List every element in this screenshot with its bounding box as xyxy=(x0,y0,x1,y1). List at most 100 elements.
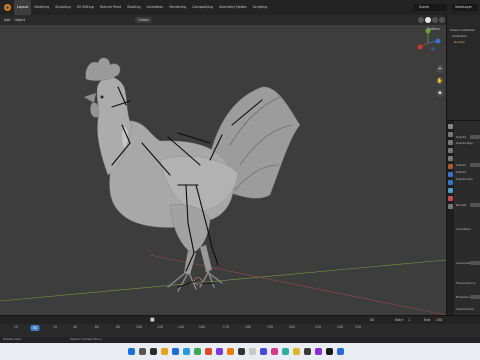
add-menu[interactable]: Add xyxy=(4,18,10,22)
texture-tab-icon[interactable] xyxy=(448,204,453,209)
object-menu[interactable]: Object xyxy=(14,18,25,22)
app-icon-7[interactable] xyxy=(271,348,278,355)
timeline-tick: 40 xyxy=(72,325,78,329)
app-icon-13[interactable] xyxy=(337,348,344,355)
prop-label: Emission xyxy=(456,295,470,299)
viewport-options-button[interactable]: Options xyxy=(427,27,440,31)
navigation-gizmo xyxy=(417,28,441,51)
workspace-tab-layout[interactable]: Layout xyxy=(14,0,32,15)
current-frame-indicator[interactable]: 50 xyxy=(30,325,40,331)
prop-label: Animated xyxy=(456,227,471,231)
workspace-tab-shading[interactable]: Shading xyxy=(124,0,143,15)
search-icon[interactable] xyxy=(139,348,146,355)
outliner-row-object[interactable]: Rooster xyxy=(447,39,480,45)
scene-tab-icon[interactable] xyxy=(448,156,453,161)
shading-mode-buttons xyxy=(418,17,445,23)
view-layer-tab-icon[interactable] xyxy=(448,148,453,153)
start-menu-icon[interactable] xyxy=(128,348,135,355)
workspace-tab-sculpting[interactable]: Sculpting xyxy=(52,0,73,15)
y-axis-line xyxy=(0,259,446,302)
timeline-tick: 20 xyxy=(52,325,58,329)
app-icon-3[interactable] xyxy=(216,348,223,355)
timeline-tick: 240 xyxy=(336,325,344,329)
prop-label: Render xyxy=(456,203,467,207)
task-view-icon[interactable] xyxy=(150,348,157,355)
timeline-ruler[interactable]: 10 20 40 60 80 100 120 140 160 170 180 1… xyxy=(0,324,480,338)
timeline-tick: 220 xyxy=(314,325,322,329)
material-shading-icon[interactable] xyxy=(432,17,438,23)
timeline-tick: 160 xyxy=(198,325,206,329)
workspace-tab-uv-editing[interactable]: UV Editing xyxy=(74,0,97,15)
wireframe-shading-icon[interactable] xyxy=(418,17,424,23)
solid-shading-icon[interactable] xyxy=(425,17,431,23)
app-icon-10[interactable] xyxy=(304,348,311,355)
pan-icon[interactable]: ✋ xyxy=(436,77,444,85)
blender-taskbar-icon[interactable] xyxy=(227,348,234,355)
orientation-dropdown[interactable]: Global xyxy=(135,17,152,23)
rendered-shading-icon[interactable] xyxy=(439,17,445,23)
camera-view-icon[interactable]: ▪ xyxy=(436,89,444,97)
prop-value-field[interactable] xyxy=(470,135,480,139)
app-icon-5[interactable] xyxy=(249,348,256,355)
scene-selector[interactable]: Scene xyxy=(413,4,447,11)
file-explorer-icon[interactable] xyxy=(172,348,179,355)
timeline-tick: 250 xyxy=(354,325,362,329)
app-icon-11[interactable] xyxy=(315,348,322,355)
workspace-tab-compositing[interactable]: Compositing xyxy=(189,0,216,15)
particles-tab-icon[interactable] xyxy=(448,180,453,185)
modifier-tab-icon[interactable] xyxy=(448,172,453,177)
current-frame-field[interactable]: 50 xyxy=(370,318,374,322)
prop-value-field[interactable] xyxy=(470,295,480,299)
workspace-tab-rendering[interactable]: Rendering xyxy=(166,0,189,15)
timeline-tick: 180 xyxy=(244,325,252,329)
object-tab-icon[interactable] xyxy=(448,164,453,169)
blender-logo-icon[interactable] xyxy=(4,4,11,11)
prop-value-field[interactable] xyxy=(470,261,480,265)
viewport-canvas xyxy=(0,28,446,315)
workspace-tab-texture-paint[interactable]: Texture Paint xyxy=(97,0,124,15)
workspace-tab-modeling[interactable]: Modeling xyxy=(31,0,52,15)
workspace-tab-animation[interactable]: Animation xyxy=(144,0,167,15)
prop-label: Clearcoat xyxy=(456,261,471,265)
app-icon-12[interactable] xyxy=(326,348,333,355)
app-icon-4[interactable] xyxy=(238,348,245,355)
timeline-tick: 100 xyxy=(135,325,143,329)
view-layer-selector[interactable]: ViewLayer xyxy=(452,4,478,11)
material-tab-icon[interactable] xyxy=(448,196,453,201)
prop-value-field[interactable] xyxy=(470,203,480,207)
status-center-hint: Object Context Menu xyxy=(70,337,102,341)
prop-label: Subdiv Ray xyxy=(456,141,473,145)
prop-value-field[interactable] xyxy=(470,163,480,167)
prop-label: Subdiv xyxy=(456,163,467,167)
tool-tab-icon[interactable] xyxy=(448,124,453,129)
physics-tab-icon[interactable] xyxy=(448,188,453,193)
end-label: End xyxy=(424,318,431,322)
output-tab-icon[interactable] xyxy=(448,140,453,145)
app-icon-6[interactable] xyxy=(260,348,267,355)
timeline-tick: 10 xyxy=(13,325,19,329)
zoom-icon[interactable]: + xyxy=(436,65,444,73)
app-icon-1[interactable] xyxy=(194,348,201,355)
timeline-tick: 80 xyxy=(115,325,121,329)
render-tab-icon[interactable] xyxy=(448,132,453,137)
properties-tabs xyxy=(447,121,454,316)
top-bar: Layout Modeling Sculpting UV Editing Tex… xyxy=(0,0,480,15)
app-icon-2[interactable] xyxy=(205,348,212,355)
prop-label: Subdiv xyxy=(456,170,467,174)
timeline-tick: 190 xyxy=(266,325,274,329)
widgets-icon[interactable] xyxy=(161,348,168,355)
prop-label: Clearcoat N xyxy=(456,307,474,311)
3d-viewport[interactable]: + ✋ ▪ xyxy=(0,25,446,315)
app-icon-9[interactable] xyxy=(293,348,300,355)
viewport-header: Add Object Global xyxy=(0,15,446,25)
play-button-icon[interactable]: ■ xyxy=(150,317,155,323)
start-label: Start xyxy=(395,318,404,322)
end-frame-field[interactable]: 250 xyxy=(436,318,442,322)
rooster-mesh xyxy=(83,57,301,292)
app-icon-8[interactable] xyxy=(282,348,289,355)
timeline-tick: 200 xyxy=(288,325,296,329)
workspace-tab-scripting[interactable]: Scripting xyxy=(250,0,271,15)
workspace-tab-geometry-nodes[interactable]: Geometry Nodes xyxy=(216,0,250,15)
edge-icon[interactable] xyxy=(183,348,190,355)
start-frame-field[interactable]: 1 xyxy=(408,318,410,322)
